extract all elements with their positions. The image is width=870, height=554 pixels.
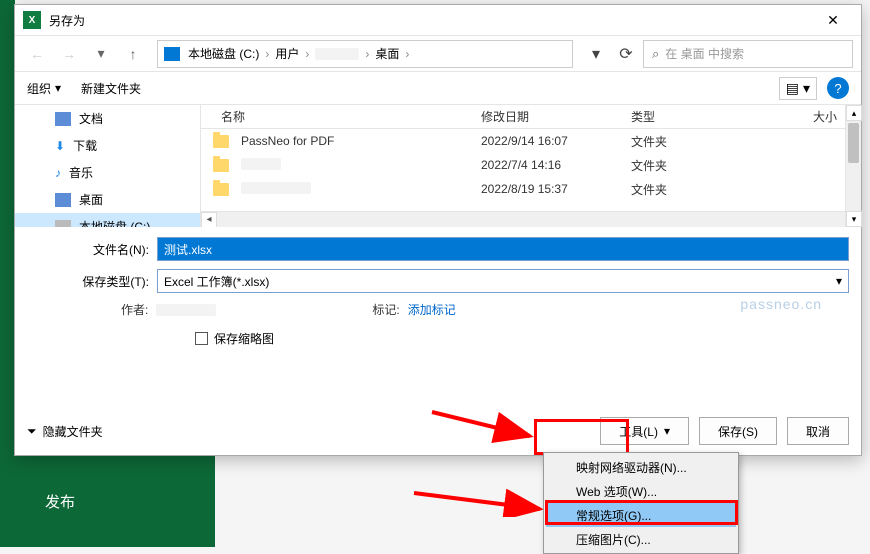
dropdown-icon: ▾ [664,424,670,438]
scroll-down-button[interactable]: ▾ [846,211,862,227]
folder-icon [213,159,229,172]
col-name[interactable]: 名称 [201,108,481,125]
downloads-icon: ⬇ [55,139,65,153]
close-button[interactable]: ✕ [813,6,853,34]
col-type[interactable]: 类型 [631,108,761,125]
arrow-to-general-options [412,487,547,517]
menu-map-drive[interactable]: 映射网络驱动器(N)... [546,455,736,479]
breadcrumb-sep: › [363,47,371,61]
scroll-left-button[interactable]: ◂ [201,212,217,228]
sidebar-item-desktop[interactable]: 桌面 [15,186,200,213]
new-folder-button[interactable]: 新建文件夹 [81,80,141,97]
scroll-thumb[interactable] [848,123,859,163]
col-date[interactable]: 修改日期 [481,108,631,125]
tools-button[interactable]: 工具(L) ▾ [600,417,689,445]
menu-general-options[interactable]: 常规选项(G)... [546,503,736,527]
address-bar[interactable]: 本地磁盘 (C:) › 用户 › › 桌面 › [157,40,573,68]
cancel-button[interactable]: 取消 [787,417,849,445]
filetype-label: 保存类型(T): [27,273,157,290]
dialog-title: 另存为 [49,12,813,29]
help-button[interactable]: ? [827,77,849,99]
back-button[interactable]: ← [23,41,51,67]
file-area: 名称 修改日期 类型 大小 PassNeo for PDF 2022/9/14 … [200,105,861,227]
file-row[interactable]: 2022/8/19 15:37 文件夹 [201,177,861,201]
file-list[interactable]: PassNeo for PDF 2022/9/14 16:07 文件夹 2022… [201,129,861,227]
refresh-button[interactable]: ⟳ [613,41,639,67]
menu-web-options[interactable]: Web 选项(W)... [546,479,736,503]
sidebar-item-downloads[interactable]: ⬇ 下载 [15,132,200,159]
hide-folders-toggle[interactable]: ⏷ 隐藏文件夹 [27,423,103,440]
form-area: 文件名(N): 保存类型(T): Excel 工作簿(*.xlsx)▾ 作者: … [15,227,861,355]
drive-icon [55,220,71,228]
breadcrumb-users[interactable]: 用户 [275,45,299,62]
save-thumbnail-label: 保存缩略图 [214,330,274,347]
author-label: 作者: [121,301,148,318]
breadcrumb-sep: › [403,47,411,61]
drive-icon [164,47,180,61]
menu-compress-images[interactable]: 压缩图片(C)... [546,527,736,551]
tags-label: 标记: [372,301,399,318]
breadcrumb-root[interactable]: 本地磁盘 (C:) [188,45,259,62]
breadcrumb-redacted[interactable] [315,48,359,60]
folder-icon [213,135,229,148]
address-dropdown[interactable]: ▾ [583,41,609,67]
folder-icon [213,183,229,196]
save-thumbnail-checkbox[interactable] [195,332,208,345]
breadcrumb-sep: › [263,47,271,61]
save-button[interactable]: 保存(S) [699,417,777,445]
breadcrumb-sep: › [303,47,311,61]
chevron-down-icon: ⏷ [27,424,37,439]
excel-icon: X [23,11,41,29]
sidebar-item-music[interactable]: ♪ 音乐 [15,159,200,186]
titlebar: X 另存为 ✕ [15,5,861,35]
column-headers: 名称 修改日期 类型 大小 [201,105,861,129]
add-tags-link[interactable]: 添加标记 [408,301,456,318]
view-icon: ▤ [786,80,799,97]
file-row[interactable]: PassNeo for PDF 2022/9/14 16:07 文件夹 [201,129,861,153]
bg-publish: 发布 [15,456,215,547]
vertical-scrollbar[interactable]: ▴ ▾ [845,105,861,227]
organize-menu[interactable]: 组织▾ [27,80,61,97]
search-icon: ⌕ [652,46,659,62]
view-options[interactable]: ▤▾ [779,77,817,100]
sidebar-item-documents[interactable]: 文档 [15,105,200,132]
scroll-up-button[interactable]: ▴ [846,105,862,121]
sidebar-item-local-disk-c[interactable]: 本地磁盘 (C:) [15,213,200,227]
filename-input[interactable] [157,237,849,261]
sidebar: 文档 ⬇ 下载 ♪ 音乐 桌面 本地磁盘 (C:) [15,105,200,227]
footer: ⏷ 隐藏文件夹 工具(L) ▾ 保存(S) 取消 [27,417,849,445]
search-placeholder: 在 桌面 中搜索 [665,45,744,62]
documents-icon [55,112,71,126]
filetype-select[interactable]: Excel 工作簿(*.xlsx)▾ [157,269,849,293]
up-button[interactable]: ↑ [119,41,147,67]
navbar: ← → ▾ ↑ 本地磁盘 (C:) › 用户 › › 桌面 › ▾ ⟳ ⌕ 在 … [15,35,861,71]
desktop-icon [55,193,71,207]
file-row[interactable]: 2022/7/4 14:16 文件夹 [201,153,861,177]
music-icon: ♪ [55,166,61,180]
author-value[interactable] [156,304,216,316]
search-input[interactable]: ⌕ 在 桌面 中搜索 [643,40,853,68]
forward-button[interactable]: → [55,41,83,67]
toolbar: 组织▾ 新建文件夹 ▤▾ ? [15,71,861,105]
horizontal-scrollbar[interactable]: ◂ ▸ [201,211,861,227]
tools-menu: 映射网络驱动器(N)... Web 选项(W)... 常规选项(G)... 压缩… [543,452,739,554]
filename-label: 文件名(N): [27,241,157,258]
breadcrumb-desktop[interactable]: 桌面 [375,45,399,62]
recent-dropdown[interactable]: ▾ [87,41,115,67]
save-as-dialog: X 另存为 ✕ ← → ▾ ↑ 本地磁盘 (C:) › 用户 › › 桌面 › … [14,4,862,456]
